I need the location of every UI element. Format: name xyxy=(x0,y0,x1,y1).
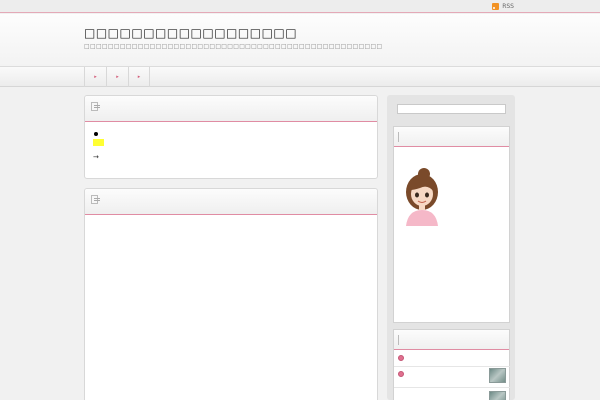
site-title[interactable]: □□□□□□□□□□□□□□□□□□ xyxy=(84,26,297,40)
list-item[interactable] xyxy=(394,366,510,388)
recent-posts-widget xyxy=(393,329,510,400)
post-panel-1: → xyxy=(84,95,378,179)
site-header: □□□□□□□□□□□□□□□□□□ □□□□□□□□□□□□□□□□□□□□□… xyxy=(0,14,600,66)
post-panel-1-header xyxy=(85,96,377,122)
post-panel-2-header xyxy=(85,189,377,215)
site-description: □□□□□□□□□□□□□□□□□□□□□□□□□□□□□□□□□□□□□□□□… xyxy=(84,43,383,50)
rss-icon xyxy=(492,3,500,10)
post-panel-2 xyxy=(84,188,378,400)
nav-item-3[interactable]: ▸ xyxy=(128,67,150,87)
list-item[interactable] xyxy=(394,389,510,400)
rss-link[interactable]: RSS xyxy=(492,2,514,11)
post-thumbnail[interactable] xyxy=(489,391,506,400)
bullet-icon xyxy=(398,355,404,361)
highlight-marker xyxy=(93,139,104,146)
document-icon xyxy=(91,195,100,204)
list-item[interactable] xyxy=(394,350,510,367)
read-more-arrow[interactable]: → xyxy=(93,153,99,161)
bullet-icon xyxy=(94,132,98,136)
profile-widget xyxy=(393,126,510,323)
main-nav: ▸ ▸ ▸ xyxy=(0,66,600,87)
top-bar: RSS xyxy=(0,0,600,13)
post-thumbnail[interactable] xyxy=(489,368,506,383)
rss-label: RSS xyxy=(502,3,514,10)
search-input[interactable] xyxy=(397,104,506,114)
recent-posts-header xyxy=(394,330,509,350)
profile-widget-header xyxy=(394,127,509,147)
bullet-icon xyxy=(398,371,404,377)
nav-item-1[interactable]: ▸ xyxy=(84,67,106,87)
nav-item-2[interactable]: ▸ xyxy=(106,67,128,87)
avatar xyxy=(406,168,438,226)
document-icon xyxy=(91,102,100,111)
